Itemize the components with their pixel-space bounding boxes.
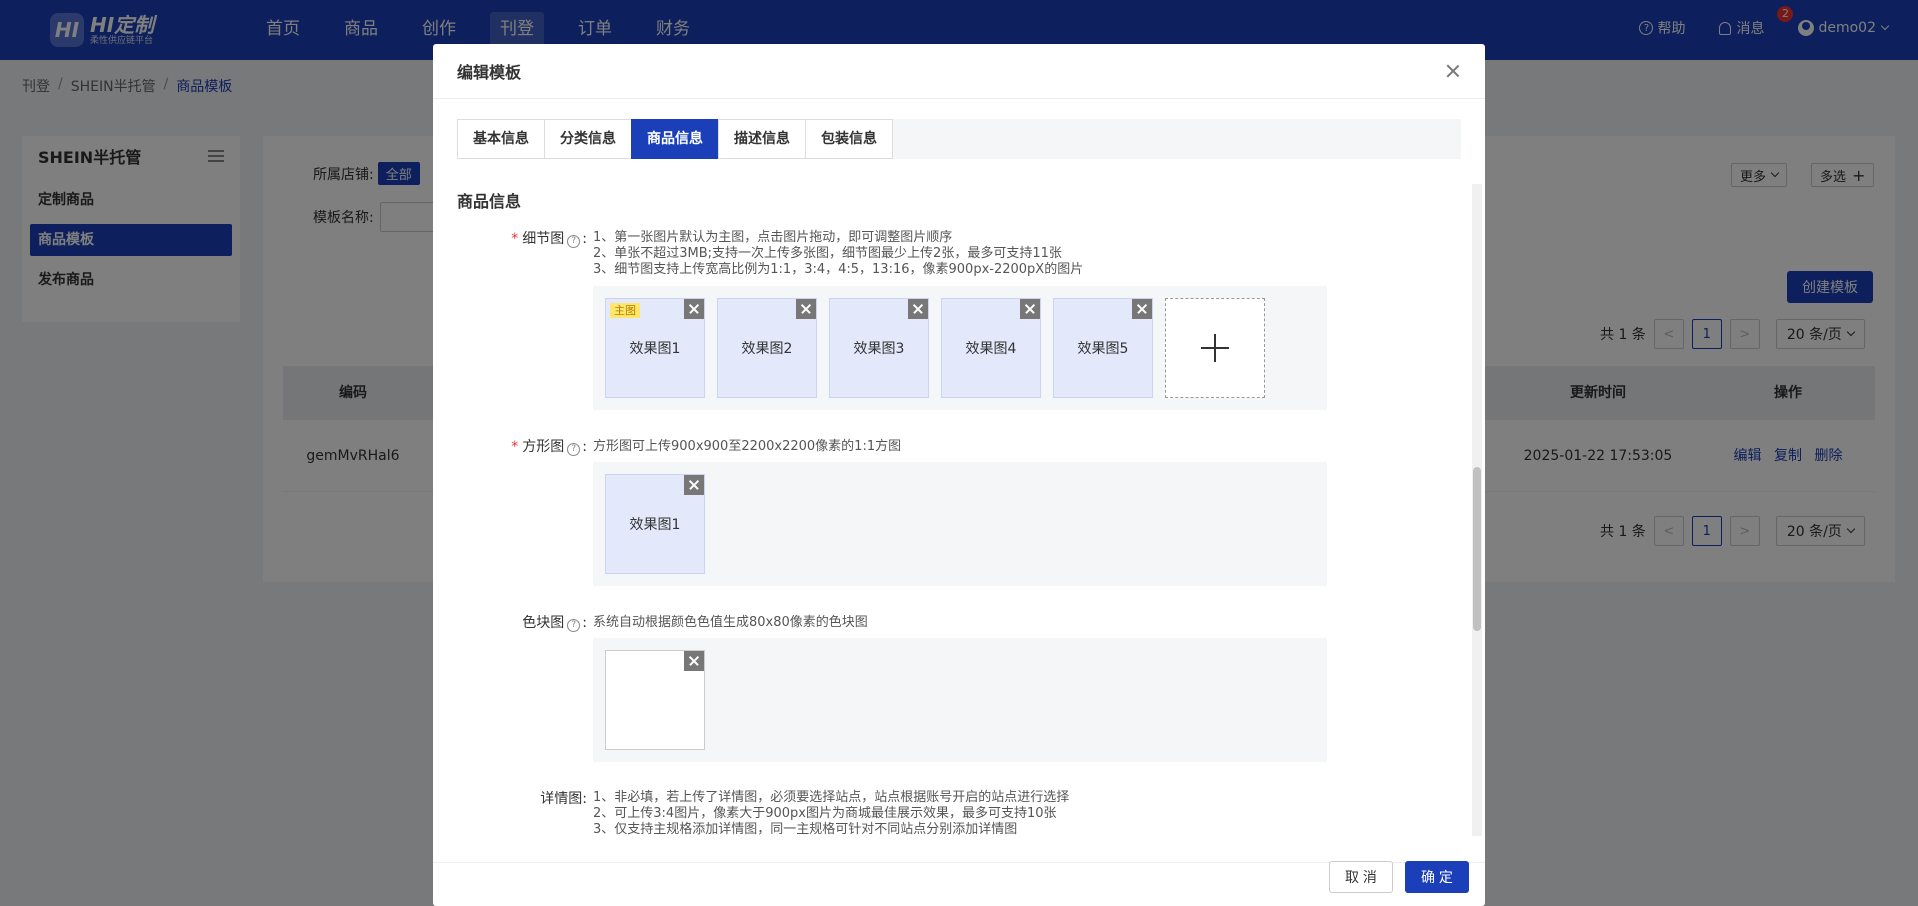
confirm-button[interactable]: 确 定 xyxy=(1405,861,1469,893)
detail-image-5[interactable]: 效果图5 xyxy=(1053,298,1153,398)
delete-image-icon[interactable] xyxy=(684,651,704,671)
modal-body: 商品信息 * 细节图?: 1、第一张图片默认为主图，点击图片拖动，即可调整图片顺序… xyxy=(457,184,1461,836)
tab-description-info[interactable]: 描述信息 xyxy=(718,119,806,159)
delete-image-icon[interactable] xyxy=(908,299,928,319)
tab-category-info[interactable]: 分类信息 xyxy=(544,119,632,159)
main-image-tag: 主图 xyxy=(610,303,640,318)
square-images-hint: 方形图可上传900x900至2200x2200像素的1:1方图 xyxy=(593,439,902,454)
modal-tabs: 基本信息 分类信息 商品信息 描述信息 包装信息 xyxy=(457,119,1461,159)
tab-packaging-info[interactable]: 包装信息 xyxy=(805,119,893,159)
detail-images-label: * 细节图?: xyxy=(511,231,587,248)
detail-image-2[interactable]: 效果图2 xyxy=(717,298,817,398)
detail-image-4[interactable]: 效果图4 xyxy=(941,298,1041,398)
tab-basic-info[interactable]: 基本信息 xyxy=(457,119,545,159)
delete-image-icon[interactable] xyxy=(796,299,816,319)
delete-image-icon[interactable] xyxy=(1020,299,1040,319)
modal-scrollbar[interactable] xyxy=(1472,184,1482,836)
square-images-upload-area: 效果图1 xyxy=(593,462,1327,586)
swatch-image[interactable] xyxy=(605,650,705,750)
square-image-1[interactable]: 效果图1 xyxy=(605,474,705,574)
help-icon[interactable]: ? xyxy=(567,443,581,456)
detail-image-3[interactable]: 效果图3 xyxy=(829,298,929,398)
swatch-image-hint: 系统自动根据颜色色值生成80x80像素的色块图 xyxy=(593,615,868,630)
detail-images-upload-area: 主图 效果图1 效果图2 效果图3 效果图4 效果图5 xyxy=(593,286,1327,410)
close-icon[interactable] xyxy=(1445,63,1461,79)
plus-icon xyxy=(1201,334,1229,362)
swatch-image-upload-area xyxy=(593,638,1327,762)
modal-title: 编辑模板 xyxy=(457,63,522,82)
scrollbar-thumb[interactable] xyxy=(1473,467,1481,631)
section-title: 商品信息 xyxy=(457,192,522,211)
delete-image-icon[interactable] xyxy=(684,475,704,495)
help-icon[interactable]: ? xyxy=(567,235,581,248)
cancel-button[interactable]: 取 消 xyxy=(1329,861,1393,893)
add-image-button[interactable] xyxy=(1165,298,1265,398)
details-image-label: 详情图: xyxy=(540,791,587,807)
edit-template-modal: 编辑模板 基本信息 分类信息 商品信息 描述信息 包装信息 商品信息 * 细节图?… xyxy=(433,44,1485,906)
help-icon[interactable]: ? xyxy=(567,619,581,632)
square-images-label: * 方形图?: xyxy=(511,439,587,456)
delete-image-icon[interactable] xyxy=(1132,299,1152,319)
delete-image-icon[interactable] xyxy=(684,299,704,319)
tab-product-info[interactable]: 商品信息 xyxy=(631,119,719,159)
swatch-image-label: 色块图?: xyxy=(522,615,587,632)
detail-images-hints: 1、第一张图片默认为主图，点击图片拖动，即可调整图片顺序 2、单张不超过3MB;… xyxy=(593,230,1084,277)
detail-image-1[interactable]: 主图 效果图1 xyxy=(605,298,705,398)
modal-footer xyxy=(433,862,1485,906)
details-image-hints: 1、非必填，若上传了详情图，必须要选择站点，站点根据账号开启的站点进行选择 2、… xyxy=(593,790,1070,836)
